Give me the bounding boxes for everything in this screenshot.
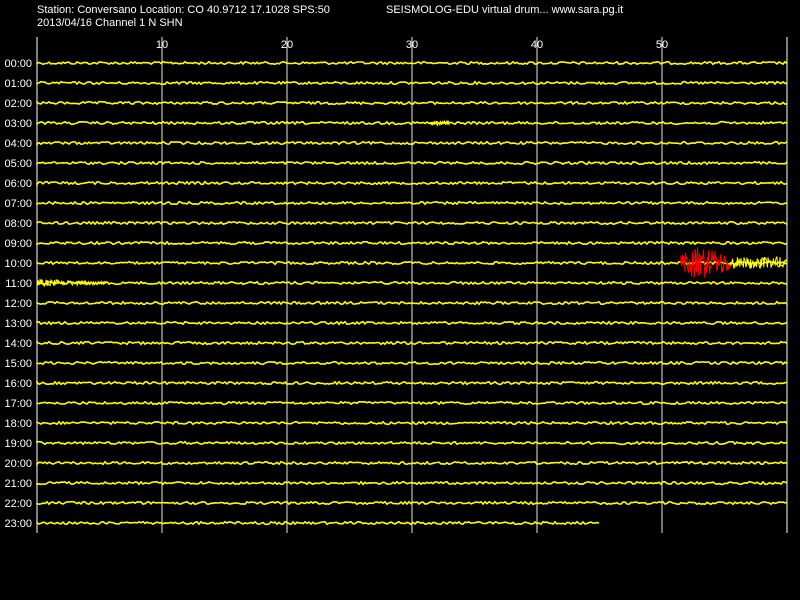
hour-label: 23:00 bbox=[4, 518, 32, 530]
trace-line bbox=[36, 520, 600, 526]
hour-label: 02:00 bbox=[4, 98, 32, 110]
hour-label: 01:00 bbox=[4, 78, 32, 90]
minute-label-40: 40 bbox=[531, 39, 543, 51]
hour-label: 19:00 bbox=[4, 438, 32, 450]
minute-axis: 10 20 30 40 50 bbox=[156, 39, 668, 51]
hour-label: 10:00 bbox=[4, 258, 32, 270]
seismogram-drum: 10 20 30 40 50 00:00 01:00 02:00 03:00 04:00 05:0… bbox=[4, 37, 788, 533]
event-coda-trace bbox=[36, 278, 106, 288]
hour-axis: 00:00 01:00 02:00 03:00 04:00 05:00 06:00 07:00… bbox=[4, 58, 32, 530]
hour-label: 05:00 bbox=[4, 158, 32, 170]
hour-label: 06:00 bbox=[4, 178, 32, 190]
hour-label: 12:00 bbox=[4, 298, 32, 310]
minute-label-20: 20 bbox=[281, 39, 293, 51]
hour-label: 18:00 bbox=[4, 418, 32, 430]
minute-label-10: 10 bbox=[156, 39, 168, 51]
hour-label: 03:00 bbox=[4, 118, 32, 130]
minute-label-30: 30 bbox=[406, 39, 418, 51]
hour-label: 07:00 bbox=[4, 198, 32, 210]
event-small-trace bbox=[430, 119, 450, 127]
hour-label: 09:00 bbox=[4, 238, 32, 250]
hour-label: 16:00 bbox=[4, 378, 32, 390]
minute-label-50: 50 bbox=[656, 39, 668, 51]
hour-label: 13:00 bbox=[4, 318, 32, 330]
minute-grid bbox=[36, 37, 788, 533]
hour-label: 17:00 bbox=[4, 398, 32, 410]
hour-label: 04:00 bbox=[4, 138, 32, 150]
trace-line bbox=[36, 420, 788, 426]
hour-label: 08:00 bbox=[4, 218, 32, 230]
hour-label: 11:00 bbox=[5, 278, 32, 290]
trace-line bbox=[36, 340, 788, 346]
trace-line bbox=[36, 120, 788, 126]
hour-label: 00:00 bbox=[4, 58, 32, 70]
hour-label: 22:00 bbox=[4, 498, 32, 510]
hour-label: 14:00 bbox=[4, 338, 32, 350]
hour-label: 20:00 bbox=[4, 458, 32, 470]
hour-label: 21:00 bbox=[4, 478, 32, 490]
hour-label: 15:00 bbox=[4, 358, 32, 370]
